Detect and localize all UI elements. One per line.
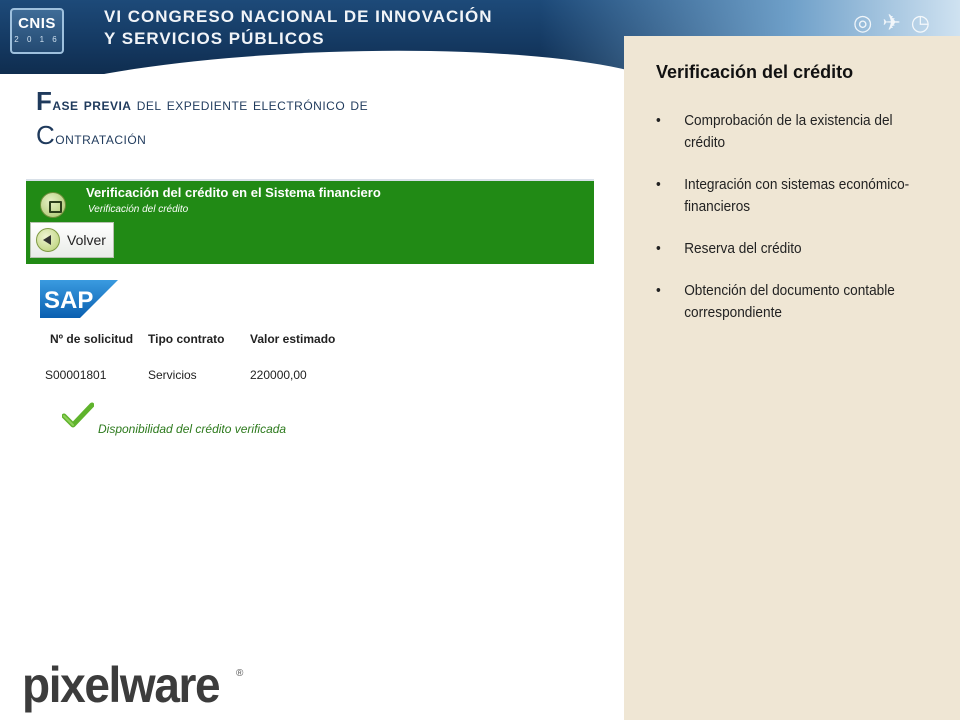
cnis-logo-text: CNIS <box>18 15 56 32</box>
side-panel-title: Verificación del crédito <box>656 62 854 82</box>
side-panel-item: Comprobación de la existencia del crédit… <box>656 110 929 154</box>
sap-header-bar: Verificación del crédito en el Sistema f… <box>26 179 594 264</box>
column-header-contract-type: Tipo contrato <box>148 332 225 346</box>
plane-icon: ✈ <box>882 10 911 35</box>
back-arrow-icon <box>36 228 60 252</box>
column-header-request-number: Nº de solicitud <box>50 332 134 346</box>
side-panel-item: Obtención del documento contable corresp… <box>656 280 929 324</box>
sap-logo-text: SAP <box>44 287 93 314</box>
cell-estimated-value: 220000,00 <box>250 368 307 382</box>
side-panel: Verificación del crédito Comprobación de… <box>624 36 960 720</box>
heading-text: del expediente electrónico de <box>131 95 369 114</box>
slide-heading: Fase previa del expediente electrónico d… <box>36 86 596 154</box>
clock-icon: ◷ <box>910 10 940 35</box>
heading-initial: F <box>36 86 53 116</box>
banner-icons: ◎✈◷ <box>853 10 940 36</box>
back-button[interactable]: Volver <box>30 222 114 258</box>
heading-bold-text: ase previa <box>52 95 132 114</box>
side-panel-item: Reserva del crédito <box>656 238 929 260</box>
column-header-estimated-value: Valor estimado <box>250 332 336 346</box>
cell-contract-type: Servicios <box>148 368 197 382</box>
congress-title: VI CONGRESO NACIONAL DE INNOVACIÓN Y SER… <box>104 6 524 50</box>
heading-text-2: ontratación <box>55 129 147 148</box>
pixelware-logo: pixelware <box>22 657 221 713</box>
side-panel-list: Comprobación de la existencia del crédit… <box>656 110 946 344</box>
globe-icon: ◎ <box>853 10 883 35</box>
congress-title-line2: Y SERVICIOS PÚBLICOS <box>104 29 325 48</box>
cell-request-number: S00001801 <box>45 368 107 382</box>
heading-initial-2: C <box>36 120 56 150</box>
side-panel-item: Integración con sistemas económico-finan… <box>656 174 929 218</box>
sap-screen-title: Verificación del crédito en el Sistema f… <box>86 185 381 200</box>
request-table: Nº de solicitud Tipo contrato Valor esti… <box>40 325 370 389</box>
table-header-row: Nº de solicitud Tipo contrato Valor esti… <box>40 325 370 353</box>
cnis-logo: CNIS 2 0 1 6 <box>10 8 64 54</box>
sap-logo: SAP <box>40 280 118 318</box>
cnis-logo-year: 2 0 1 6 <box>14 35 60 44</box>
window-icon <box>40 192 66 218</box>
back-button-label: Volver <box>67 232 106 248</box>
sap-screen-subtitle: Verificación del crédito <box>88 204 189 215</box>
registered-mark: ® <box>236 668 244 679</box>
status-message: Disponibilidad del crédito verificada <box>98 422 287 436</box>
table-row: S00001801 Servicios 220000,00 <box>40 353 370 389</box>
congress-title-line1: VI CONGRESO NACIONAL DE INNOVACIÓN <box>104 7 493 26</box>
checkmark-icon <box>62 402 94 428</box>
